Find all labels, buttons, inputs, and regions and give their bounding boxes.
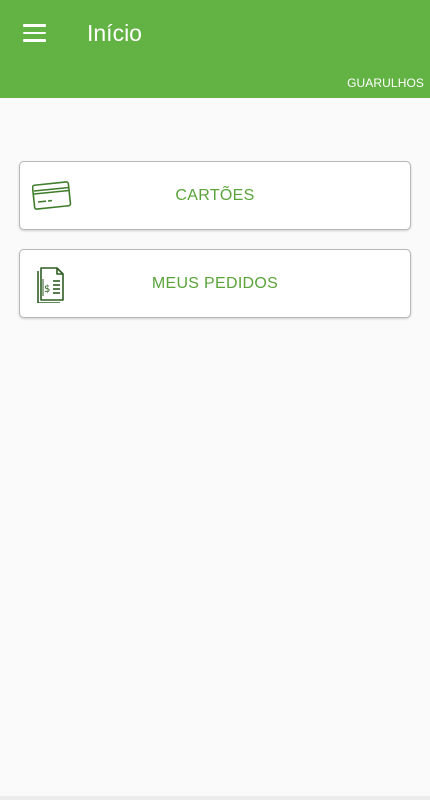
city-selector[interactable]: GUARULHOS — [347, 76, 424, 90]
svg-text:$: $ — [44, 284, 50, 295]
hamburger-menu-icon[interactable] — [14, 17, 54, 49]
receipt-dollar-icon: $ — [32, 264, 72, 304]
my-orders-button[interactable]: $ MEUS PEDIDOS — [19, 249, 411, 318]
cards-button-label: CARTÕES — [175, 186, 255, 204]
app-bar: Início GUARULHOS — [0, 0, 430, 98]
bottom-divider — [0, 796, 430, 800]
cards-button[interactable]: CARTÕES — [19, 161, 411, 230]
credit-card-icon — [32, 176, 72, 216]
my-orders-button-label: MEUS PEDIDOS — [151, 274, 279, 292]
page-title: Início — [87, 20, 142, 46]
